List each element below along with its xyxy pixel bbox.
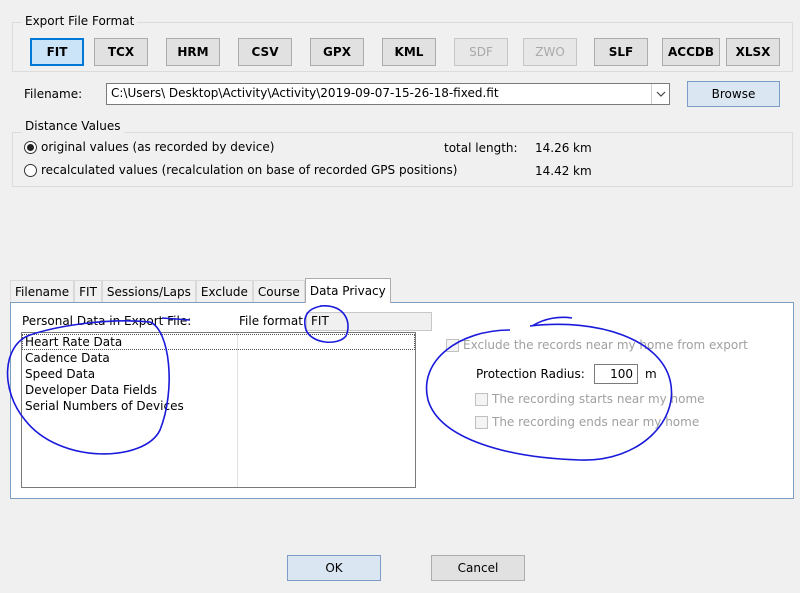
exclude-home-checkbox-row[interactable]: Exclude the records near my home from ex… [446, 338, 748, 352]
original-length-unit: km [573, 141, 592, 155]
settings-tabs: Filename FIT Sessions/Laps Exclude Cours… [10, 278, 391, 303]
radio-original-label: original values (as recorded by device) [41, 140, 275, 154]
radio-recalculated-label: recalculated values (recalculation on ba… [41, 163, 458, 177]
list-item[interactable]: Speed Data [25, 367, 95, 381]
format-button-slf[interactable]: SLF [594, 38, 648, 66]
distance-title: Distance Values [22, 119, 124, 133]
chevron-down-icon[interactable] [651, 84, 669, 104]
total-length-label: total length: [444, 141, 518, 155]
ends-near-home-row[interactable]: The recording ends near my home [475, 415, 699, 429]
list-column-divider [237, 333, 238, 487]
protection-radius-label: Protection Radius: [476, 367, 585, 381]
tab-exclude[interactable]: Exclude [195, 280, 253, 302]
format-button-kml[interactable]: KML [382, 38, 436, 66]
tab-filename[interactable]: Filename [10, 280, 75, 302]
original-length-value: 14.26 [535, 141, 570, 155]
exclude-home-checkbox[interactable] [446, 338, 459, 352]
recalc-length-unit: km [573, 164, 592, 178]
format-button-hrm[interactable]: HRM [166, 38, 220, 66]
radio-original-indicator[interactable] [24, 140, 37, 154]
personal-data-label: Personal Data in Export File: [22, 314, 192, 328]
radio-original-values[interactable]: original values (as recorded by device) [24, 140, 274, 154]
filename-value: C:\Users\ Desktop\Activity\Activity\2019… [111, 86, 499, 100]
format-button-fit[interactable]: FIT [30, 38, 84, 66]
browse-button[interactable]: Browse [687, 81, 780, 107]
filename-combobox[interactable]: C:\Users\ Desktop\Activity\Activity\2019… [106, 83, 670, 105]
tab-data-privacy[interactable]: Data Privacy [304, 278, 391, 303]
tab-course[interactable]: Course [252, 280, 305, 302]
format-button-sdf[interactable]: SDF [454, 38, 508, 66]
starts-near-home-checkbox[interactable] [475, 392, 488, 406]
ends-near-home-checkbox[interactable] [475, 415, 488, 429]
exclude-home-label: Exclude the records near my home from ex… [463, 338, 748, 352]
radio-recalculated-indicator[interactable] [24, 163, 37, 177]
cancel-button[interactable]: Cancel [431, 555, 525, 581]
format-button-gpx[interactable]: GPX [310, 38, 364, 66]
file-format-label: File format: [239, 314, 307, 328]
ends-near-home-label: The recording ends near my home [492, 415, 700, 429]
starts-near-home-label: The recording starts near my home [492, 392, 705, 406]
format-button-xlsx[interactable]: XLSX [726, 38, 780, 66]
format-button-accdb[interactable]: ACCDB [662, 38, 720, 66]
format-button-zwo[interactable]: ZWO [523, 38, 577, 66]
list-item[interactable]: Cadence Data [25, 351, 110, 365]
tab-fit[interactable]: FIT [74, 280, 102, 302]
list-item[interactable]: Heart Rate Data [25, 335, 122, 349]
protection-radius-unit: m [645, 367, 657, 381]
filename-label: Filename: [24, 87, 83, 101]
format-button-csv[interactable]: CSV [238, 38, 292, 66]
format-button-tcx[interactable]: TCX [94, 38, 148, 66]
recalc-length-value: 14.42 [535, 164, 570, 178]
radio-recalculated-values[interactable]: recalculated values (recalculation on ba… [24, 163, 457, 177]
file-format-field: FIT [306, 312, 432, 331]
personal-data-list[interactable]: Heart Rate Data Cadence Data Speed Data … [21, 332, 416, 488]
ok-button[interactable]: OK [287, 555, 381, 581]
tab-sessions-laps[interactable]: Sessions/Laps [101, 280, 196, 302]
list-item[interactable]: Developer Data Fields [25, 383, 157, 397]
starts-near-home-row[interactable]: The recording starts near my home [475, 392, 705, 406]
protection-radius-input[interactable]: 100 [594, 364, 638, 384]
export-format-title: Export File Format [22, 14, 138, 28]
file-format-value: FIT [311, 314, 329, 328]
list-item[interactable]: Serial Numbers of Devices [25, 399, 184, 413]
